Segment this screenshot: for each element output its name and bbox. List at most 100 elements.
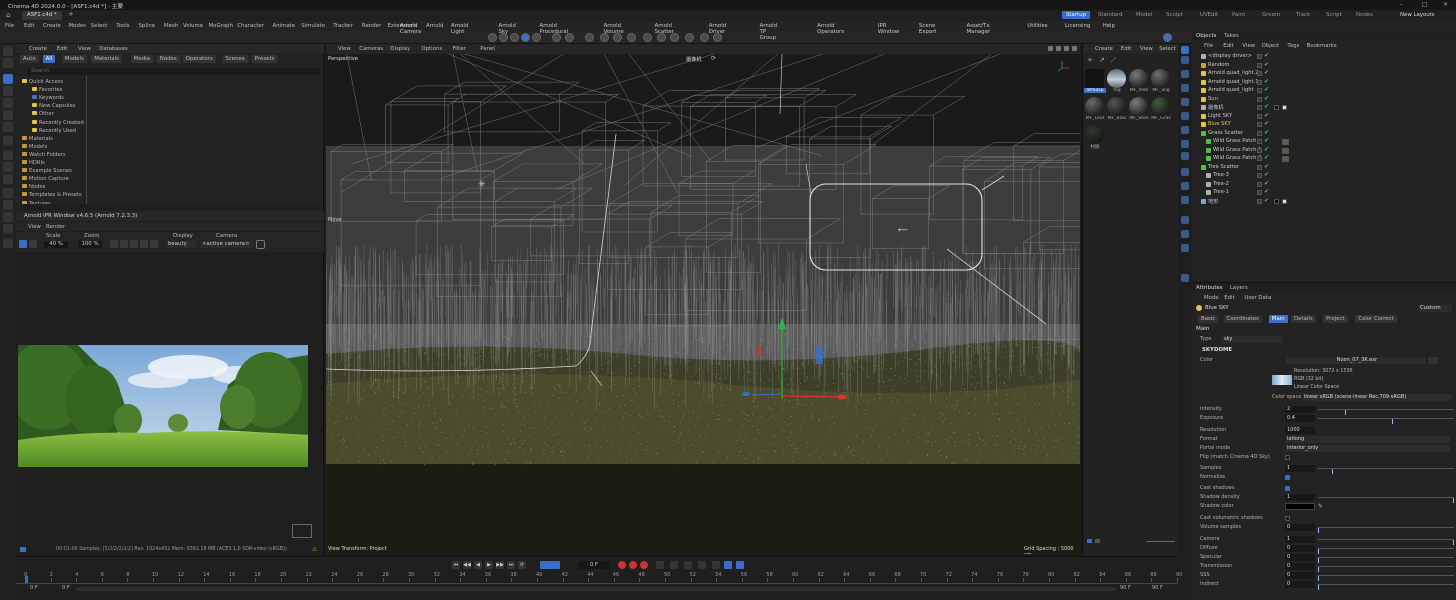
slider-knob[interactable] — [1318, 528, 1319, 533]
param-slider[interactable] — [1318, 539, 1454, 545]
rotate-icon[interactable] — [3, 86, 13, 96]
viewport-zoom-icon[interactable] — [1056, 46, 1061, 51]
paint-icon[interactable] — [3, 162, 13, 172]
timeline-mode-button[interactable] — [540, 561, 560, 569]
menu-character[interactable]: Character — [237, 23, 264, 29]
enabled-check-icon[interactable]: ✔ — [1264, 163, 1269, 170]
param-slider[interactable] — [1318, 575, 1454, 581]
enabled-check-icon[interactable]: ✔ — [1264, 70, 1269, 76]
menu-modes[interactable]: Modes — [69, 23, 87, 29]
arnold-scene-export[interactable]: Scene Export — [919, 23, 937, 35]
viewport-menu-cameras[interactable]: Cameras — [359, 46, 383, 52]
scatter-tag-icon[interactable] — [1282, 139, 1289, 145]
material-swatch-mf-blac[interactable] — [1107, 97, 1126, 116]
asset-tree-keywords[interactable]: Keywords — [32, 95, 64, 101]
asset-tree-motion-capture[interactable]: Motion Capture — [22, 176, 69, 182]
record-button-1[interactable] — [618, 561, 626, 569]
param-slider[interactable] — [1318, 409, 1454, 415]
object-row-tree-scatter[interactable]: Tree Scatter ✔ — [1198, 163, 1452, 172]
toolbar-button-16[interactable] — [700, 33, 709, 42]
object-row-wild-grass-patch-1[interactable]: Wild Grass Patch.1 ✔ — [1198, 146, 1452, 155]
light-icon[interactable] — [1181, 168, 1189, 176]
object-row-blue-sky[interactable]: Blue SKY ✔ — [1198, 121, 1452, 129]
axis-icon[interactable] — [3, 200, 13, 210]
move-icon[interactable] — [3, 74, 13, 84]
toolbar-button-2[interactable] — [499, 33, 508, 42]
viewport-layout-icon[interactable] — [1072, 46, 1077, 51]
param-dropdown[interactable]: latlong — [1285, 436, 1450, 443]
scatter-tag-icon[interactable] — [1282, 156, 1289, 162]
key-tool-3[interactable] — [684, 561, 692, 569]
material-tag-icon[interactable] — [1282, 198, 1287, 204]
toolbar-button-11[interactable] — [627, 33, 636, 42]
key-tool-2[interactable] — [670, 561, 678, 569]
object-row-arnold-quad-light-1[interactable]: Arnold quad_light.1 ✔ — [1198, 78, 1452, 87]
layout-startup[interactable]: Startup — [1062, 11, 1091, 19]
knife-icon[interactable] — [3, 122, 13, 132]
asset-menu-databases[interactable]: Databases — [99, 46, 128, 52]
live-select-icon[interactable] — [3, 58, 13, 68]
snap-icon[interactable] — [3, 212, 13, 222]
material-tag-icon[interactable] — [1282, 105, 1287, 110]
object-menu-edit[interactable]: Edit — [1223, 43, 1233, 49]
end-frame-field[interactable]: 90 F — [1152, 585, 1163, 591]
param-slider[interactable] — [1318, 468, 1454, 474]
material-menu-edit[interactable]: Edit — [1121, 46, 1131, 52]
transport-button-5[interactable]: ▶▶ — [496, 561, 504, 569]
material-menu-create[interactable]: Create — [1095, 46, 1113, 52]
toolbar-button-10[interactable] — [613, 33, 622, 42]
object-row-item[interactable]: 地形 ✔ — [1198, 197, 1452, 206]
object-row-light-sky[interactable]: Light SKY ✔ — [1198, 112, 1452, 121]
object-row-wild-grass-patch[interactable]: Wild Grass Patch ✔ — [1198, 138, 1452, 146]
enabled-check-icon[interactable]: ✔ — [1264, 78, 1269, 85]
viewport-menu-filter[interactable]: Filter — [453, 46, 466, 52]
visibility-toggle[interactable] — [1257, 79, 1262, 85]
param-checkbox[interactable] — [1285, 455, 1290, 460]
key-tool-6[interactable] — [724, 561, 732, 569]
asset-tree-nodes[interactable]: Nodes — [22, 184, 45, 190]
spline-pen-icon[interactable] — [1181, 56, 1189, 64]
filter-auto[interactable]: Auto — [20, 55, 39, 63]
visibility-toggle[interactable] — [1257, 147, 1262, 153]
asset-tree-materials[interactable]: Materials — [22, 135, 53, 142]
visibility-toggle[interactable] — [1257, 113, 1262, 119]
range-slider[interactable] — [76, 587, 1116, 591]
ipr-tool-2[interactable] — [120, 240, 128, 248]
param-value-field[interactable]: 1000 — [1285, 427, 1315, 434]
maximize-button[interactable]: □ — [1422, 1, 1428, 8]
visibility-toggle[interactable] — [1257, 62, 1262, 68]
visibility-toggle[interactable] — [1257, 139, 1262, 144]
eyedropper-icon[interactable]: ✎ — [1318, 503, 1323, 510]
node-icon[interactable] — [1181, 216, 1189, 224]
visibility-toggle[interactable] — [1257, 88, 1262, 93]
param-slider[interactable] — [1318, 557, 1454, 563]
filter-media[interactable]: Media — [130, 55, 153, 63]
select-icon[interactable] — [3, 46, 13, 56]
arnold-arnold-operators[interactable]: Arnold Operators — [817, 23, 844, 35]
param-value-field[interactable]: 0 — [1285, 545, 1315, 552]
transport-button-7[interactable]: ⟳ — [518, 561, 526, 569]
viewport-menu-panel[interactable]: Panel — [480, 46, 495, 52]
layout-uvedit[interactable]: UVEdit — [1200, 12, 1218, 18]
toolbar-button-13[interactable] — [657, 33, 666, 42]
object-menu-tags[interactable]: Tags — [1287, 43, 1299, 49]
slider-knob[interactable] — [1453, 540, 1454, 545]
visibility-toggle[interactable] — [1257, 164, 1262, 170]
param-slider[interactable] — [1318, 527, 1454, 533]
toolbar-button-9[interactable] — [600, 33, 609, 42]
toolbar-button-1[interactable] — [488, 33, 497, 42]
param-value-field[interactable]: 0.4 — [1285, 415, 1315, 422]
visibility-toggle[interactable] — [1257, 173, 1262, 178]
menu-edit[interactable]: Edit — [24, 23, 34, 29]
preview-start-field[interactable]: 0 F — [62, 585, 70, 591]
param-slider[interactable] — [1318, 418, 1454, 424]
list-view-icon[interactable] — [1095, 539, 1100, 543]
scale-icon[interactable] — [3, 98, 13, 108]
current-frame-field[interactable]: 0 F — [578, 561, 610, 569]
asset-tree-new-capsules[interactable]: New Capsules — [32, 103, 75, 109]
arnold-asset-tx-manager[interactable]: Asset/Tx Manager — [967, 23, 991, 35]
object-row-display-driver[interactable]: <display driver> ✔ — [1198, 53, 1452, 61]
visibility-toggle[interactable] — [1257, 71, 1262, 76]
shadow-color-swatch[interactable] — [1285, 503, 1315, 510]
asset-tree-hdris[interactable]: HDRIs — [22, 160, 45, 166]
